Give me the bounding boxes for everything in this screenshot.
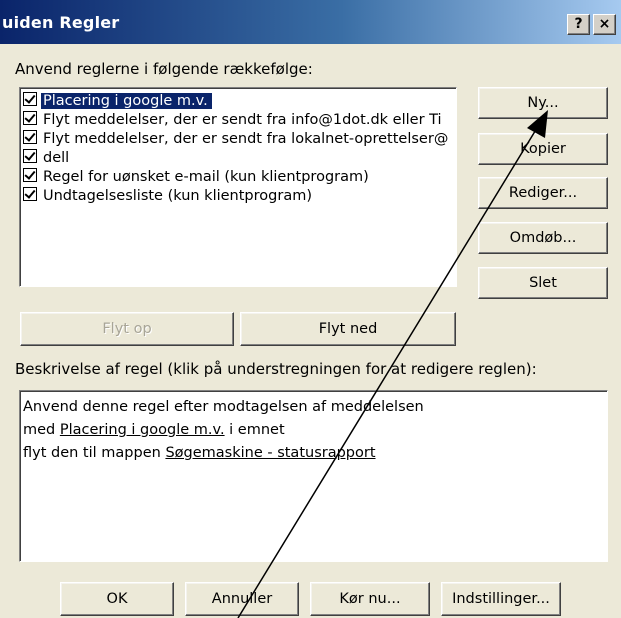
annotation-arrow <box>237 110 548 618</box>
arrow-head <box>527 110 548 138</box>
arrow-line <box>237 127 538 618</box>
